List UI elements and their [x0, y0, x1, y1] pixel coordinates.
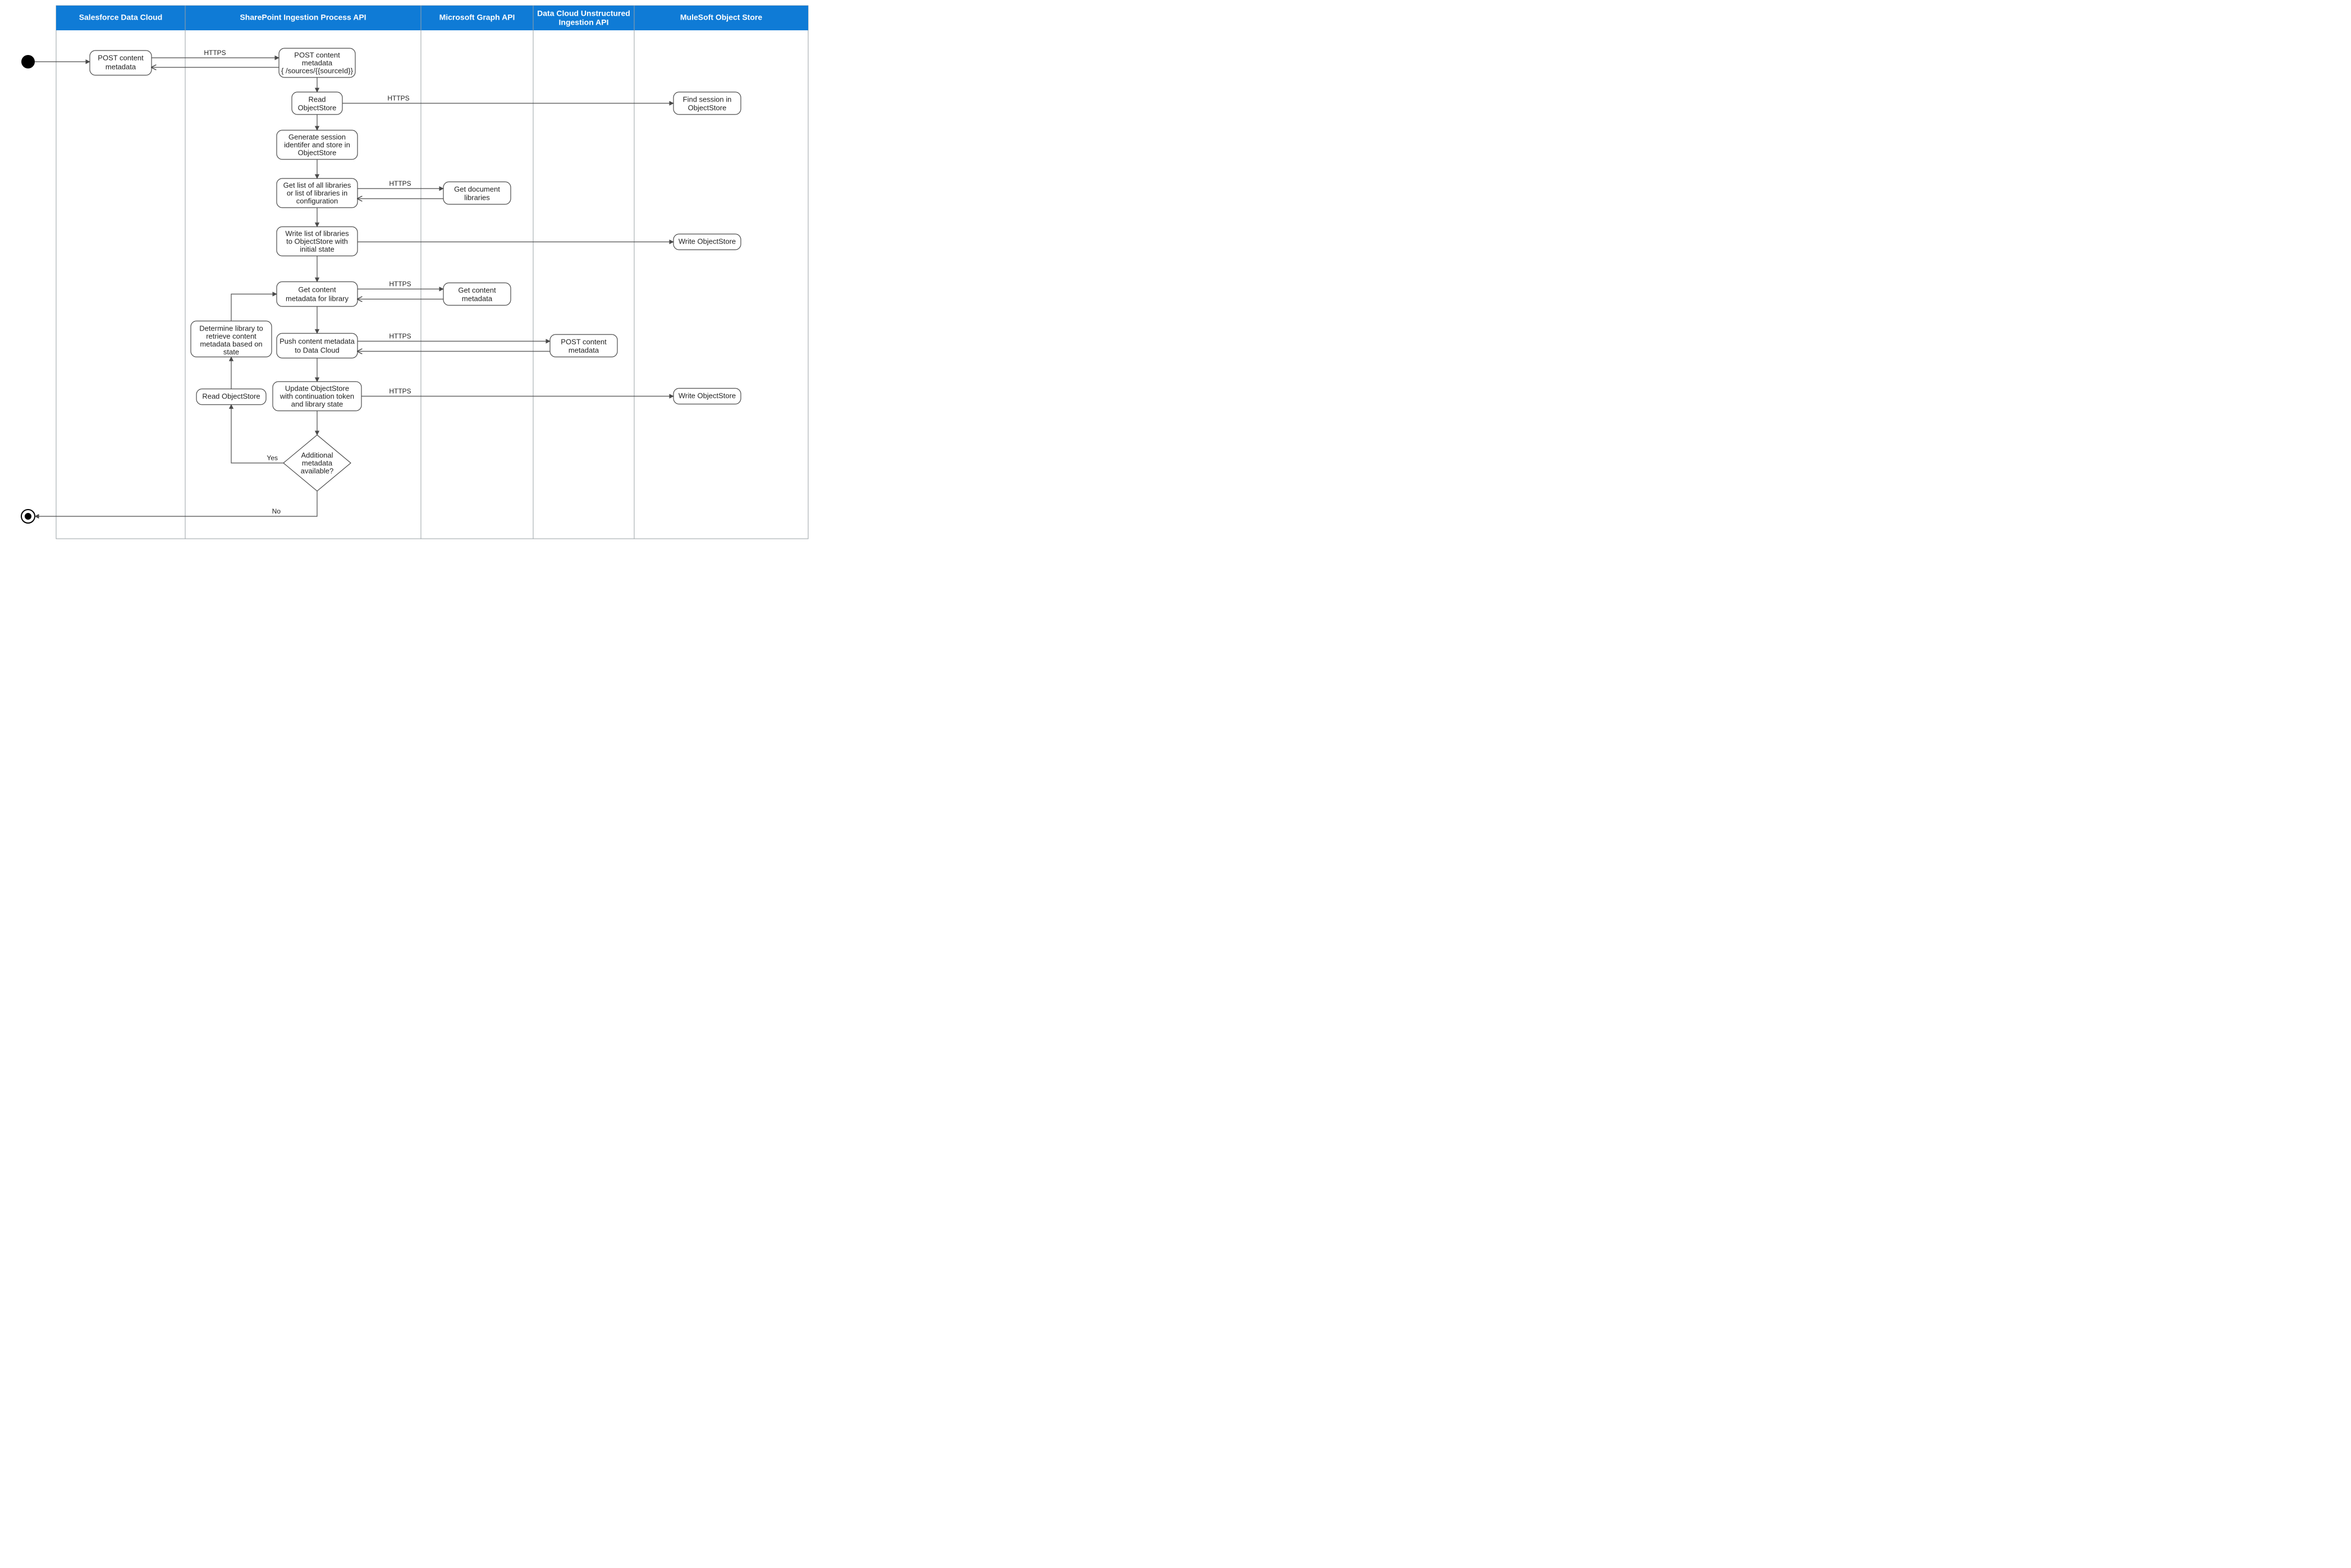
lane-title: Data Cloud Unstructured — [537, 9, 630, 18]
node-ms-get-meta: Get content metadata — [443, 283, 511, 305]
edge-label-https: HTTPS — [389, 387, 411, 395]
node-sp-write-libs: Write list of libraries to ObjectStore w… — [277, 227, 358, 256]
node-text: metadata — [302, 459, 333, 467]
node-os-write-1: Write ObjectStore — [673, 234, 741, 250]
node-os-write-2: Write ObjectStore — [673, 388, 741, 404]
node-sp-post: POST content metadata { /sources/{{sourc… — [279, 48, 355, 77]
edge-label-https: HTTPS — [389, 332, 411, 340]
node-text: Read ObjectStore — [202, 392, 260, 400]
node-text: metadata based on — [200, 340, 262, 348]
node-text: retrieve content — [206, 332, 256, 340]
node-dc-post: POST content metadata — [550, 334, 617, 357]
node-text: ObjectStore — [688, 103, 727, 112]
edge-label-https: HTTPS — [387, 94, 409, 102]
node-text: metadata — [569, 346, 599, 354]
lane-title: Ingestion API — [559, 18, 609, 27]
lane-title: Microsoft Graph API — [439, 13, 515, 22]
node-text: Update ObjectStore — [285, 384, 349, 392]
lane-header-msgraph: Microsoft Graph API — [421, 6, 533, 30]
node-text: state — [223, 347, 239, 356]
node-text: Read — [308, 95, 326, 103]
node-text: POST content — [294, 51, 340, 59]
node-os-find: Find session in ObjectStore — [673, 92, 741, 114]
lane-header-objectstore: MuleSoft Object Store — [634, 6, 808, 30]
edge-label-https: HTTPS — [204, 49, 226, 57]
node-sf-post: POST content metadata — [90, 51, 152, 75]
node-text: { /sources/{{sourceId}} — [281, 66, 354, 75]
node-text: to ObjectStore with — [286, 237, 348, 245]
node-text: ObjectStore — [298, 148, 337, 157]
lane-title: MuleSoft Object Store — [680, 13, 762, 22]
end-node — [21, 510, 35, 523]
lane-header-salesforce: Salesforce Data Cloud — [56, 6, 185, 30]
node-sp-get-libs: Get list of all libraries or list of lib… — [277, 178, 358, 208]
node-text: available? — [301, 466, 334, 475]
edge-label-yes: Yes — [267, 454, 278, 462]
node-text: metadata — [302, 58, 333, 67]
start-node — [21, 55, 35, 68]
activity-diagram: Salesforce Data Cloud SharePoint Ingesti… — [0, 0, 819, 547]
node-text: metadata for library — [286, 294, 349, 302]
lane-title: Salesforce Data Cloud — [79, 13, 163, 22]
node-text: to Data Cloud — [295, 346, 340, 354]
node-text: Get content — [458, 286, 496, 294]
node-sp-push: Push content metadata to Data Cloud — [277, 333, 358, 358]
edge-label-https: HTTPS — [389, 180, 411, 187]
node-text: or list of libraries in — [287, 189, 347, 197]
node-ms-get-libs: Get document libraries — [443, 182, 511, 204]
edge-label-no: No — [272, 507, 281, 515]
node-text: Write list of libraries — [285, 229, 349, 237]
node-sp-determine-lib: Determine library to retrieve content me… — [191, 321, 272, 357]
node-text: metadata — [462, 294, 493, 302]
node-sp-read-os: Read ObjectStore — [292, 92, 342, 114]
edge-detlib-to-getmeta — [231, 294, 277, 321]
lane-header-datacloud-ing: Data Cloud Unstructured Ingestion API — [533, 6, 634, 30]
node-text: libraries — [464, 193, 490, 201]
node-text: Write ObjectStore — [679, 237, 736, 245]
node-text: Determine library to — [199, 324, 263, 332]
node-text: and library state — [291, 400, 343, 408]
lane-header-sharepoint-api: SharePoint Ingestion Process API — [185, 6, 421, 30]
node-text: metadata — [106, 62, 136, 71]
node-text: with continuation token — [279, 392, 354, 400]
swimlane-container — [56, 6, 808, 539]
node-text: POST content — [98, 53, 144, 62]
node-sp-gen-session: Generate session identifer and store in … — [277, 130, 358, 159]
node-text: Additional — [301, 451, 333, 459]
node-text: Push content metadata — [279, 337, 355, 345]
node-sp-update-os: Update ObjectStore with continuation tok… — [273, 382, 361, 411]
node-sp-get-meta: Get content metadata for library — [277, 282, 358, 306]
node-text: POST content — [561, 337, 607, 346]
node-text: Generate session — [288, 132, 346, 141]
node-text: configuration — [296, 196, 338, 205]
edge-label-https: HTTPS — [389, 280, 411, 288]
node-text: Write ObjectStore — [679, 391, 736, 400]
node-text: Get document — [454, 185, 500, 193]
node-sp-read-os-2: Read ObjectStore — [196, 389, 266, 405]
lane-title: SharePoint Ingestion Process API — [240, 13, 366, 22]
node-text: Get list of all libraries — [283, 181, 351, 189]
decision-additional-metadata: Additional metadata available? — [283, 435, 351, 491]
node-text: Get content — [298, 285, 336, 294]
node-text: Find session in — [683, 95, 732, 103]
node-text: initial state — [300, 245, 334, 253]
node-text: identifer and store in — [284, 140, 350, 149]
node-text: ObjectStore — [298, 103, 337, 112]
